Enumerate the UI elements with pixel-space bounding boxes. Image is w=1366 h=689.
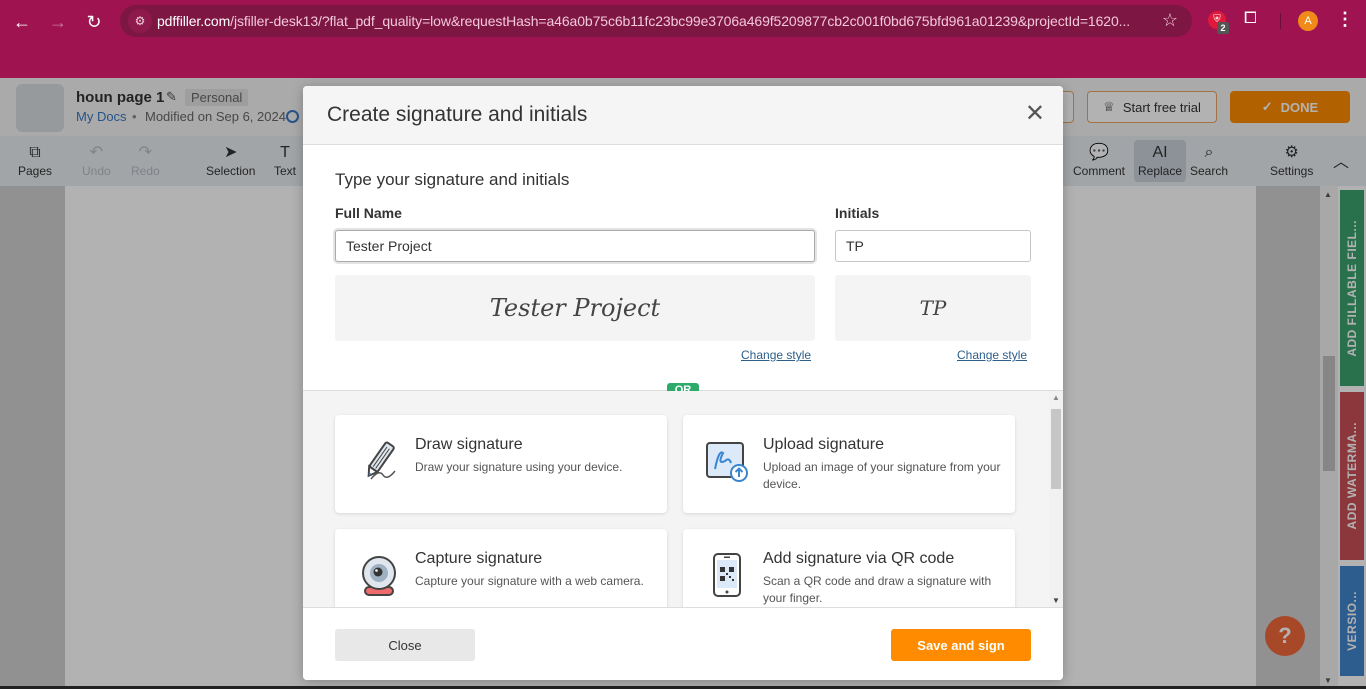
option-description: Upload an image of your signature from y… <box>763 460 1001 491</box>
extension-badge-count: 2 <box>1217 22 1229 34</box>
initials-preview: TP <box>835 275 1031 341</box>
option-description: Scan a QR code and draw a signature with… <box>763 574 992 605</box>
arrow-left-icon: ← <box>13 11 31 32</box>
upload-signature-icon <box>706 442 748 482</box>
browser-toolbar: ← → ↻ ⚙ pdffiller.com/jsfiller-desk13/?f… <box>0 0 1366 78</box>
initials-input[interactable] <box>835 230 1031 262</box>
close-icon[interactable]: ✕ <box>1025 102 1045 126</box>
site-settings-icon[interactable]: ⚙ <box>128 9 152 33</box>
forward-button[interactable]: → <box>44 8 72 36</box>
signature-preview: Tester Project <box>335 275 815 341</box>
option-description: Draw your signature using your device. <box>415 460 623 474</box>
arrow-right-icon: → <box>49 11 67 32</box>
reload-icon: ↻ <box>86 11 102 32</box>
scroll-down-icon[interactable]: ▼ <box>1052 596 1060 605</box>
modal-title: Create signature and initials <box>327 103 588 126</box>
option-title: Upload signature <box>763 436 884 453</box>
url-text[interactable]: pdffiller.com/jsfiller-desk13/?flat_pdf_… <box>157 13 1130 29</box>
option-title: Capture signature <box>415 550 543 567</box>
browser-menu-icon[interactable]: ⋮ <box>1336 9 1354 30</box>
option-title: Draw signature <box>415 436 523 453</box>
option-description: Capture your signature with a web camera… <box>415 574 644 588</box>
initials-label: Initials <box>835 205 880 221</box>
url-path: /jsfiller-desk13/?flat_pdf_quality=low&r… <box>230 13 1131 29</box>
close-button[interactable]: Close <box>335 629 475 661</box>
option-title: Add signature via QR code <box>763 550 955 567</box>
draw-signature-option[interactable]: Draw signature Draw your signature using… <box>335 415 667 513</box>
webcam-icon <box>362 556 396 596</box>
profile-avatar[interactable]: A <box>1298 11 1318 31</box>
modal-footer: Close Save and sign <box>303 607 1063 680</box>
full-name-label: Full Name <box>335 205 402 221</box>
phone-qr-icon <box>713 553 741 597</box>
scroll-up-icon[interactable]: ▲ <box>1052 393 1060 402</box>
section-title: Type your signature and initials <box>335 170 570 189</box>
signature-modal: Create signature and initials ✕ Type you… <box>303 86 1063 680</box>
change-initials-style-link[interactable]: Change style <box>957 348 1027 362</box>
full-name-input[interactable] <box>335 230 815 262</box>
qr-code-signature-option[interactable]: Add signature via QR code Scan a QR code… <box>683 529 1015 607</box>
signature-options-list: Draw signature Draw your signature using… <box>303 391 1063 607</box>
url-host: pdffiller.com <box>157 13 231 29</box>
capture-signature-option[interactable]: Capture signature Capture your signature… <box>335 529 667 607</box>
change-signature-style-link[interactable]: Change style <box>741 348 811 362</box>
upload-signature-option[interactable]: Upload signature Upload an image of your… <box>683 415 1015 513</box>
address-bar[interactable]: ⚙ pdffiller.com/jsfiller-desk13/?flat_pd… <box>120 5 1192 37</box>
modal-header: Create signature and initials ✕ <box>303 86 1063 145</box>
back-button[interactable]: ← <box>8 8 36 36</box>
options-scrollbar[interactable]: ▲ ▼ <box>1049 391 1063 607</box>
extensions-puzzle-icon[interactable]: ⧠ <box>1244 10 1257 28</box>
reload-button[interactable]: ↻ <box>80 8 108 36</box>
toolbar-divider <box>1280 13 1281 29</box>
pencil-icon <box>367 441 396 480</box>
scrollbar-thumb[interactable] <box>1051 409 1061 489</box>
save-and-sign-button[interactable]: Save and sign <box>891 629 1031 661</box>
bookmark-star-icon[interactable]: ☆ <box>1162 10 1178 31</box>
